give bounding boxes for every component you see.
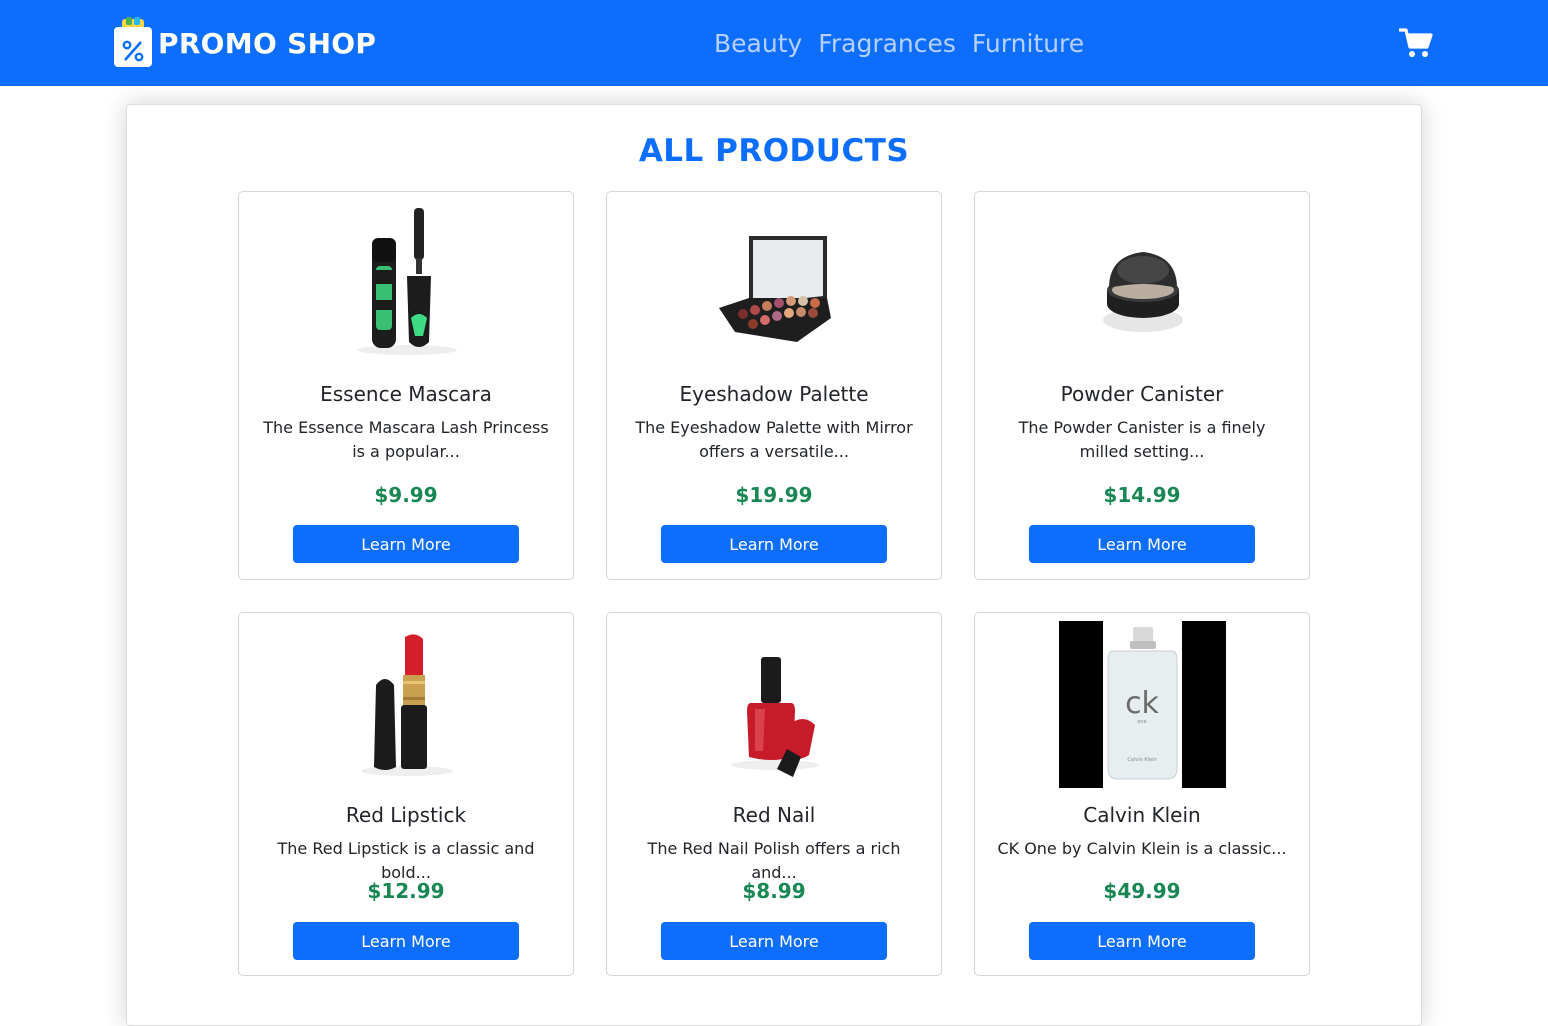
product-name: Red Lipstick	[345, 803, 467, 827]
svg-text:Calvin Klein: Calvin Klein	[1127, 757, 1156, 763]
category-nav: Beauty Fragrances Furniture	[714, 28, 1100, 60]
learn-more-button[interactable]: Learn More	[293, 922, 519, 960]
product-name: Calvin Klein	[1083, 803, 1201, 827]
brand-link[interactable]: PROMO SHOP	[112, 17, 376, 69]
svg-text:one: one	[1137, 719, 1146, 725]
product-card: Powder Canister The Powder Canister is a…	[974, 191, 1310, 580]
product-card: Essence Mascara The Essence Mascara Lash…	[238, 191, 574, 580]
product-name: Eyeshadow Palette	[679, 382, 869, 406]
powder-canister-image[interactable]	[1059, 200, 1226, 367]
learn-more-button[interactable]: Learn More	[1029, 922, 1255, 960]
learn-more-button[interactable]: Learn More	[1029, 525, 1255, 563]
learn-more-button[interactable]: Learn More	[661, 525, 887, 563]
learn-more-button[interactable]: Learn More	[293, 525, 519, 563]
svg-text:ck: ck	[1125, 686, 1159, 721]
cart-icon[interactable]	[1398, 27, 1433, 59]
learn-more-button[interactable]: Learn More	[661, 922, 887, 960]
product-description: The Red Lipstick is a classic and bold..…	[277, 839, 535, 882]
product-name: Red Nail	[732, 803, 816, 827]
product-description: The Red Nail Polish offers a rich and...	[647, 839, 901, 882]
nav-link-furniture[interactable]: Furniture	[972, 28, 1084, 60]
product-price: $8.99	[742, 879, 806, 903]
shopping-bag-logo-icon	[112, 17, 154, 69]
product-card: Red Lipstick The Red Lipstick is a class…	[238, 612, 574, 976]
product-price: $9.99	[374, 483, 438, 507]
lipstick-image[interactable]	[323, 621, 490, 788]
perfume-bottle-image[interactable]: ck one Calvin Klein	[1059, 621, 1226, 788]
brand-name: PROMO SHOP	[158, 26, 377, 60]
product-card: ck one Calvin Klein Calvin Klein CK One …	[974, 612, 1310, 976]
product-description: The Eyeshadow Palette with Mirror offers…	[635, 418, 913, 461]
product-description: The Powder Canister is a finely milled s…	[1018, 418, 1266, 461]
product-price: $49.99	[1103, 879, 1181, 903]
nav-link-fragrances[interactable]: Fragrances	[818, 28, 956, 60]
product-name: Essence Mascara	[320, 382, 492, 406]
product-card: Eyeshadow Palette The Eyeshadow Palette …	[606, 191, 942, 580]
nail-polish-image[interactable]	[691, 621, 858, 788]
page-title: ALL PRODUCTS	[638, 133, 910, 169]
product-name: Powder Canister	[1060, 382, 1224, 406]
product-price: $19.99	[735, 483, 813, 507]
navbar: PROMO SHOP Beauty Fragrances Furniture	[0, 0, 1548, 86]
eyeshadow-palette-image[interactable]	[691, 200, 858, 367]
product-description: CK One by Calvin Klein is a classic...	[997, 839, 1287, 858]
product-price: $12.99	[367, 879, 445, 903]
product-card: Red Nail The Red Nail Polish offers a ri…	[606, 612, 942, 976]
product-description: The Essence Mascara Lash Princess is a p…	[263, 418, 549, 461]
mascara-image[interactable]	[323, 200, 490, 367]
product-price: $14.99	[1103, 483, 1181, 507]
nav-link-beauty[interactable]: Beauty	[714, 28, 802, 60]
products-panel: ALL PRODUCTS Essence Mascara The Essence…	[126, 104, 1422, 1026]
